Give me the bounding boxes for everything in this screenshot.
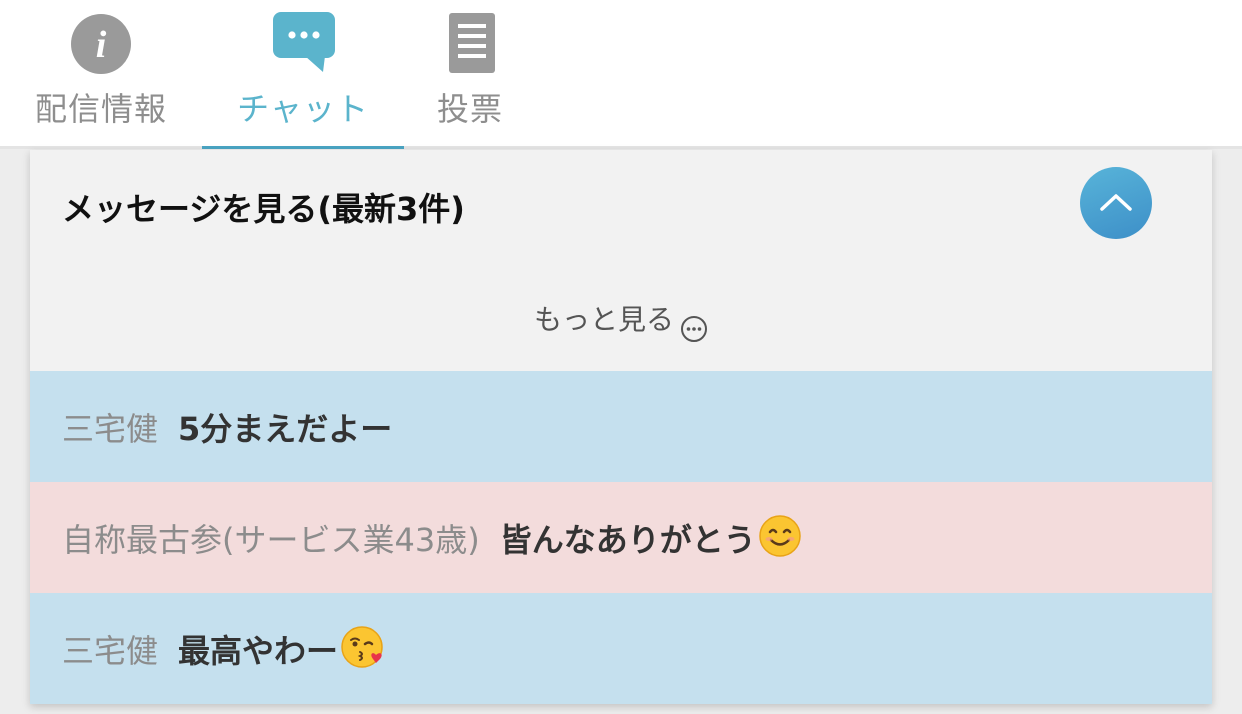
smiling-face-icon [758, 514, 802, 562]
message-author: 三宅健 [62, 409, 159, 448]
chat-message: 三宅健 5分まえだよー [30, 371, 1212, 482]
show-more-button[interactable]: もっと見る [30, 260, 1212, 371]
svg-text:i: i [96, 24, 107, 66]
tab-label: 投票 [436, 90, 503, 128]
chat-message: 三宅健 最高やわー [30, 593, 1212, 704]
document-list-icon [449, 13, 495, 73]
chat-bubble-icon [273, 12, 335, 74]
tab-label: チャット [237, 90, 369, 128]
panel-header: メッセージを見る(最新3件) [30, 150, 1212, 260]
tab-chat[interactable]: チャット [202, 0, 404, 149]
tab-info[interactable]: i 配信情報 [0, 0, 202, 146]
show-more-label: もっと見る [533, 303, 674, 336]
message-text: 皆んなありがとう [499, 520, 756, 559]
chevron-up-icon [1100, 194, 1132, 211]
chat-message: 自称最古参(サービス業43歳) 皆んなありがとう [30, 482, 1212, 593]
message-text: 5分まえだよー [178, 409, 393, 448]
collapse-button[interactable] [1080, 167, 1152, 239]
tab-label: 配信情報 [34, 90, 167, 128]
recent-messages-panel: メッセージを見る(最新3件) もっと見る 三宅健 5分まえだよー 自称最古参(サ… [30, 150, 1212, 704]
tab-vote[interactable]: 投票 [404, 0, 536, 146]
active-tab-indicator [202, 146, 404, 149]
kissing-face-heart-icon [340, 625, 386, 673]
info-icon: i [71, 14, 131, 74]
message-author: 自称最古参(サービス業43歳) [62, 520, 480, 559]
message-author: 三宅健 [62, 631, 159, 670]
tab-bar: i 配信情報 チャット 投票 [0, 0, 1242, 149]
ellipsis-circle-icon [680, 315, 708, 350]
panel-title: メッセージを見る(最新3件) [62, 190, 465, 228]
message-text: 最高やわー [178, 631, 339, 670]
